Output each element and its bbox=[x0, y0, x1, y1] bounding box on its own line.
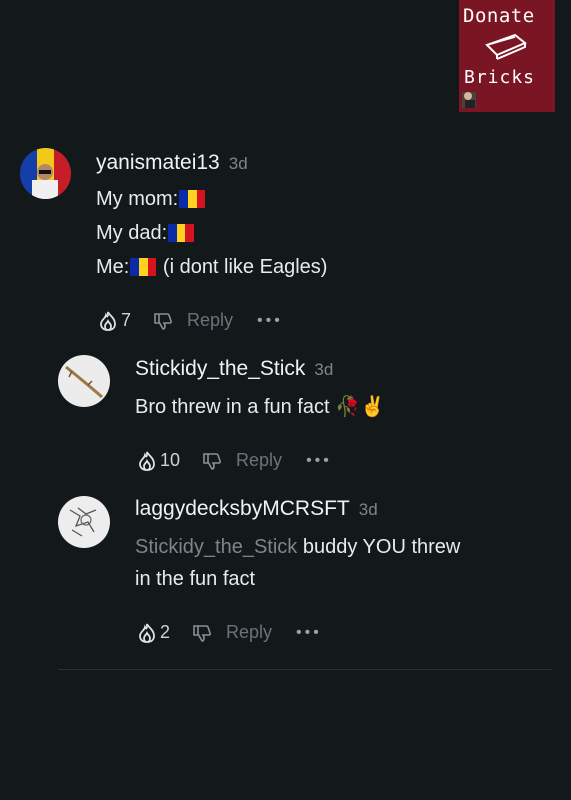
timestamp: 3d bbox=[228, 154, 248, 173]
mini-avatar-icon bbox=[462, 92, 476, 108]
comment-text: Me: bbox=[96, 256, 130, 278]
timestamp: 3d bbox=[314, 360, 334, 379]
romania-flag-icon bbox=[168, 220, 195, 242]
thumbs-down-icon[interactable] bbox=[153, 311, 173, 331]
comment-text: buddy YOU threw bbox=[297, 536, 461, 558]
mention-link[interactable]: Stickidy_the_Stick bbox=[135, 536, 297, 558]
donate-bricks-banner[interactable]: Donate Bricks bbox=[459, 0, 555, 112]
romania-flag-icon bbox=[179, 186, 206, 208]
like-count: 2 bbox=[160, 622, 171, 642]
bricks-label: Bricks bbox=[464, 67, 536, 88]
reply-button[interactable]: Reply bbox=[226, 622, 272, 643]
username[interactable]: yanismatei13 bbox=[96, 151, 220, 174]
fire-icon bbox=[100, 311, 116, 331]
comment-text: My dad: bbox=[96, 222, 168, 244]
comment-text: Bro threw in a fun fact 🥀✌️ bbox=[135, 396, 385, 418]
more-options-button[interactable]: ••• bbox=[296, 624, 322, 642]
like-count: 10 bbox=[160, 450, 181, 470]
more-options-button[interactable]: ••• bbox=[257, 312, 283, 330]
reply-button[interactable]: Reply bbox=[187, 310, 233, 331]
avatar[interactable] bbox=[20, 148, 71, 199]
like-button[interactable]: 7 bbox=[99, 310, 153, 331]
romania-flag-icon bbox=[130, 254, 157, 276]
thumbs-down-icon[interactable] bbox=[202, 451, 222, 471]
divider bbox=[58, 669, 552, 670]
fire-icon bbox=[139, 451, 155, 471]
like-count: 7 bbox=[121, 310, 132, 330]
fire-icon bbox=[139, 623, 155, 643]
timestamp: 3d bbox=[358, 500, 378, 519]
donate-label: Donate bbox=[463, 5, 535, 27]
comment-text: My mom: bbox=[96, 188, 179, 210]
comment-text: (i dont like Eagles) bbox=[162, 256, 328, 278]
username[interactable]: Stickidy_the_Stick bbox=[135, 357, 305, 380]
username[interactable]: laggydecksbyMCRSFT bbox=[135, 497, 350, 520]
comment-text: in the fun fact bbox=[135, 568, 256, 590]
brick-icon bbox=[485, 33, 527, 60]
avatar[interactable] bbox=[58, 355, 110, 407]
reply-button[interactable]: Reply bbox=[236, 450, 282, 471]
thumbs-down-icon[interactable] bbox=[192, 623, 212, 643]
avatar[interactable] bbox=[58, 496, 110, 548]
more-options-button[interactable]: ••• bbox=[306, 452, 332, 470]
like-button[interactable]: 10 bbox=[138, 450, 202, 471]
like-button[interactable]: 2 bbox=[138, 622, 192, 643]
